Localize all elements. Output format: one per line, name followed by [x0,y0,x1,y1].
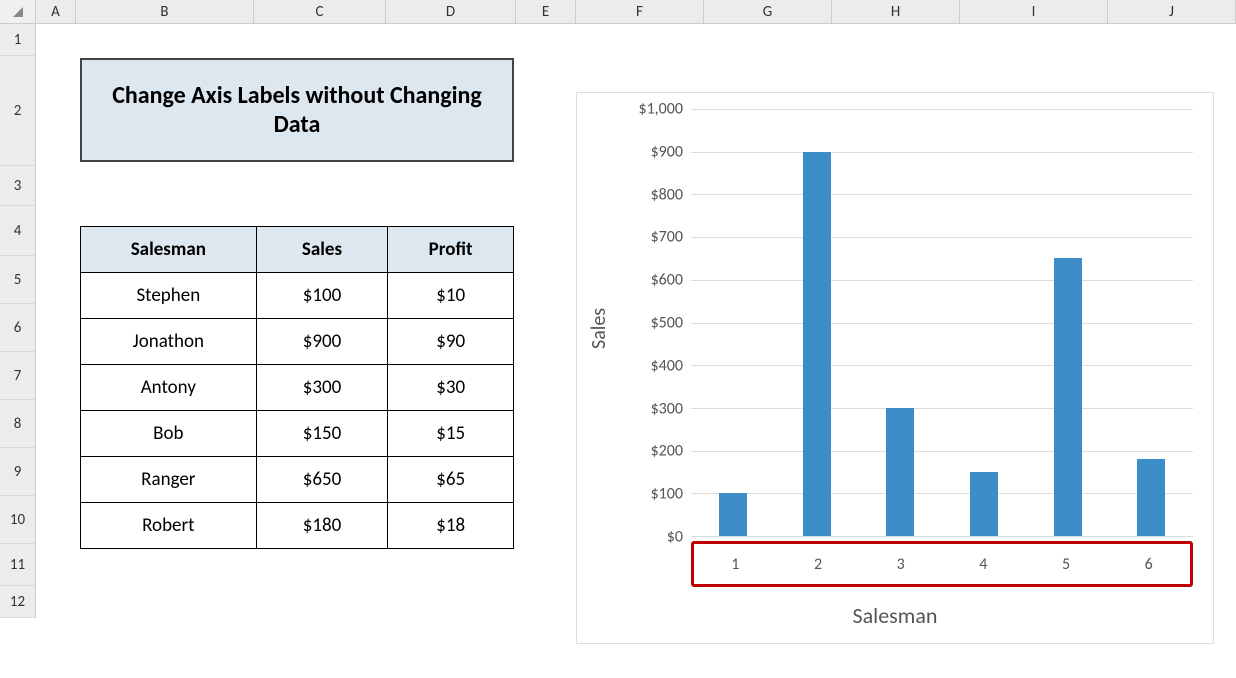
col-header-A[interactable]: A [36,0,76,23]
bar[interactable] [970,472,998,536]
row-header-4[interactable]: 4 [0,206,36,256]
cell-salesman[interactable]: Bob [81,411,257,457]
gridline [691,152,1193,153]
col-header-B[interactable]: B [76,0,254,23]
cell-salesman[interactable]: Antony [81,365,257,411]
table-row: Robert $180 $18 [81,503,514,549]
title-cell[interactable]: Change Axis Labels without Changing Data [80,58,514,162]
gridline [691,408,1193,409]
row-header-8[interactable]: 8 [0,400,36,448]
row-header-12[interactable]: 12 [0,586,36,618]
col-header-E[interactable]: E [516,0,576,23]
y-tick: $0 [667,528,683,547]
gridline [691,365,1193,366]
row-header-6[interactable]: 6 [0,304,36,352]
y-tick: $200 [651,442,683,461]
cell-sales[interactable]: $180 [256,503,388,549]
table-row: Stephen $100 $10 [81,273,514,319]
bar[interactable] [803,152,831,536]
bar[interactable] [719,493,747,536]
row-header-3[interactable]: 3 [0,166,36,206]
y-tick: $100 [651,485,683,504]
gridline [691,323,1193,324]
gridline [691,451,1193,452]
x-label: 5 [1025,544,1108,584]
y-tick: $600 [651,271,683,290]
col-header-H[interactable]: H [832,0,960,23]
x-label: 6 [1107,544,1190,584]
row-header-10[interactable]: 10 [0,496,36,544]
col-header-I[interactable]: I [960,0,1108,23]
y-tick: $900 [651,142,683,161]
y-axis-title[interactable]: Sales [585,93,613,563]
col-header-F[interactable]: F [576,0,704,23]
cell-profit[interactable]: $30 [388,365,514,411]
header-sales[interactable]: Sales [256,227,388,273]
cell-sales[interactable]: $650 [256,457,388,503]
y-tick: $300 [651,399,683,418]
col-header-J[interactable]: J [1108,0,1236,23]
table-header-row: Salesman Sales Profit [81,227,514,273]
gridline [691,280,1193,281]
col-header-G[interactable]: G [704,0,832,23]
cell-salesman[interactable]: Stephen [81,273,257,319]
table-row: Bob $150 $15 [81,411,514,457]
header-profit[interactable]: Profit [388,227,514,273]
table-row: Jonathon $900 $90 [81,319,514,365]
bar[interactable] [886,408,914,536]
select-all-corner[interactable] [0,0,36,23]
cell-profit[interactable]: $65 [388,457,514,503]
spreadsheet: A B C D E F G H I J 1 2 3 4 5 6 7 8 9 10… [0,0,1236,678]
row-header-7[interactable]: 7 [0,352,36,400]
row-header-1[interactable]: 1 [0,24,36,56]
y-tick: $500 [651,314,683,333]
col-header-D[interactable]: D [386,0,516,23]
header-salesman[interactable]: Salesman [81,227,257,273]
x-label: 3 [859,544,942,584]
chart-object[interactable]: Sales $1,000 $900 $800 $700 $600 $500 $4… [576,92,1214,644]
cell-profit[interactable]: $18 [388,503,514,549]
column-headers: A B C D E F G H I J [0,0,1236,24]
y-tick: $700 [651,228,683,247]
cell-profit[interactable]: $90 [388,319,514,365]
cell-sales[interactable]: $150 [256,411,388,457]
cell-profit[interactable]: $15 [388,411,514,457]
bar[interactable] [1137,459,1165,536]
row-header-9[interactable]: 9 [0,448,36,496]
x-label: 2 [777,544,860,584]
table-row: Ranger $650 $65 [81,457,514,503]
cell-sales[interactable]: $300 [256,365,388,411]
table-row: Antony $300 $30 [81,365,514,411]
gridline [691,536,1193,537]
cells-area[interactable]: Change Axis Labels without Changing Data… [36,24,1236,678]
data-table: Salesman Sales Profit Stephen $100 $10 J… [80,226,514,549]
gridline [691,493,1193,494]
y-axis-ticks: $1,000 $900 $800 $700 $600 $500 $400 $30… [617,109,687,537]
x-axis-labels-highlighted[interactable]: 1 2 3 4 5 6 [691,541,1193,587]
x-label: 1 [694,544,777,584]
row-header-5[interactable]: 5 [0,256,36,304]
bar[interactable] [1054,258,1082,536]
cell-profit[interactable]: $10 [388,273,514,319]
plot-area[interactable] [691,109,1193,537]
col-header-C[interactable]: C [254,0,386,23]
gridline [691,109,1193,110]
x-label: 4 [942,544,1025,584]
y-tick: $800 [651,185,683,204]
y-tick: $400 [651,356,683,375]
y-tick: $1,000 [638,100,683,119]
cell-salesman[interactable]: Jonathon [81,319,257,365]
row-headers: 1 2 3 4 5 6 7 8 9 10 11 12 [0,24,36,618]
x-axis-title[interactable]: Salesman [577,602,1213,629]
cell-salesman[interactable]: Ranger [81,457,257,503]
row-header-11[interactable]: 11 [0,544,36,586]
gridline [691,237,1193,238]
cell-sales[interactable]: $100 [256,273,388,319]
gridline [691,194,1193,195]
row-header-2[interactable]: 2 [0,56,36,166]
cell-sales[interactable]: $900 [256,319,388,365]
cell-salesman[interactable]: Robert [81,503,257,549]
